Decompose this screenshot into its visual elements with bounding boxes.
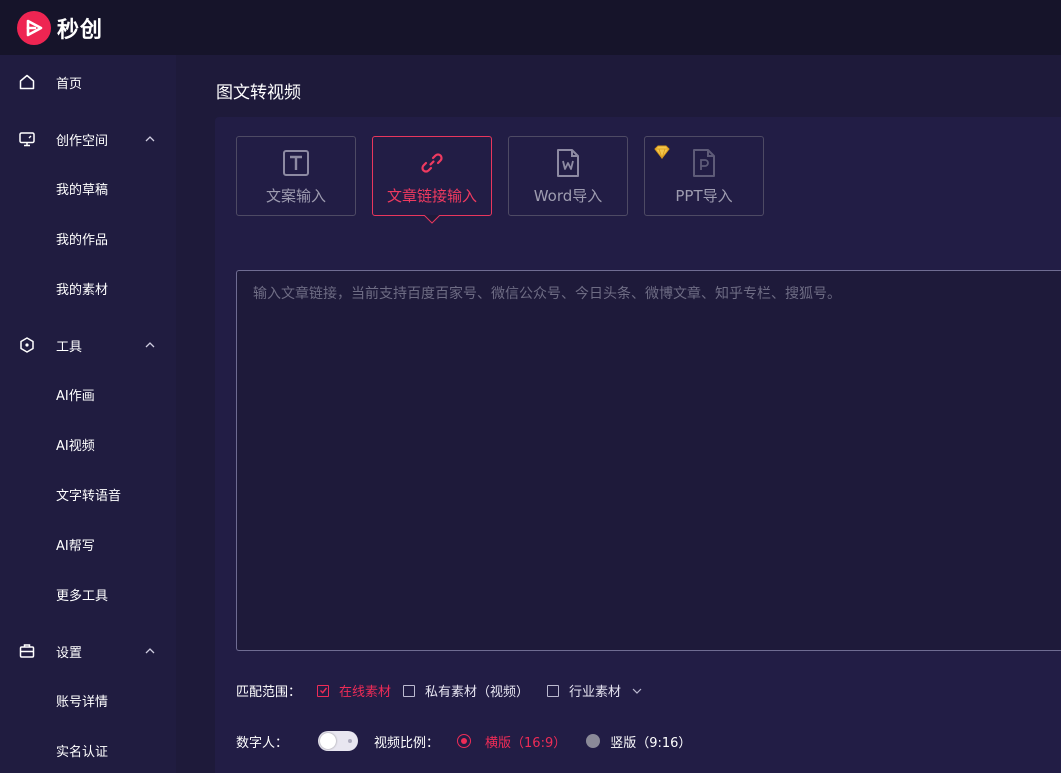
tool-hexagon-icon	[17, 335, 37, 355]
top-bar: 秒创	[0, 0, 1061, 55]
home-icon	[17, 72, 37, 92]
sidebar-group-label: 设置	[56, 645, 83, 661]
tab-word-import[interactable]: Word导入	[508, 136, 628, 216]
sidebar-item-my-drafts[interactable]: 我的草稿	[56, 181, 156, 201]
page-title: 图文转视频	[216, 83, 301, 103]
sidebar-item-real-name-auth[interactable]: 实名认证	[56, 743, 156, 763]
main-content: 图文转视频 文案输入 文章链接输入 Word导入 PPT导入 输入文章链接，当前…	[176, 55, 1061, 773]
tab-label: 文章链接输入	[386, 187, 477, 205]
sidebar-group-label: 创作空间	[56, 133, 109, 149]
sidebar-group-settings[interactable]: 设置	[0, 631, 176, 671]
sidebar-item-my-works[interactable]: 我的作品	[56, 231, 156, 251]
app-name: 秒创	[57, 17, 104, 43]
sidebar-group-creation-space[interactable]: 创作空间	[0, 119, 176, 159]
link-icon	[373, 148, 491, 178]
checkbox-icon	[547, 684, 560, 697]
tab-ppt-import[interactable]: PPT导入	[644, 136, 764, 216]
sidebar-item-ai-writing[interactable]: AI帮写	[56, 537, 156, 557]
toggle-dot	[348, 739, 353, 743]
checkbox-online-materials[interactable]: 在线素材	[317, 681, 391, 700]
digital-human-row: 数字人： 视频比例： 横版（16:9） 竖版（9:16）	[236, 731, 691, 751]
radio-portrait[interactable]: 竖版（9:16）	[586, 732, 691, 751]
monitor-icon	[17, 129, 37, 149]
match-range-label: 匹配范围：	[236, 685, 302, 700]
sidebar-group-tools[interactable]: 工具	[0, 325, 176, 365]
sidebar-item-account-details[interactable]: 账号详情	[56, 693, 156, 713]
sidebar-item-home[interactable]: 首页	[0, 62, 176, 102]
word-file-icon	[509, 148, 627, 178]
tab-label: Word导入	[533, 187, 603, 205]
article-link-input[interactable]	[236, 270, 1061, 651]
sidebar-item-ai-drawing[interactable]: AI作画	[56, 387, 156, 407]
checkbox-checked-icon	[317, 684, 330, 697]
chevron-up-icon[interactable]	[143, 644, 157, 658]
sidebar-item-my-materials[interactable]: 我的素材	[56, 281, 156, 301]
logo-icon[interactable]	[17, 10, 51, 45]
video-ratio-label: 视频比例：	[374, 735, 440, 751]
caret-down-icon	[424, 215, 440, 224]
toggle-knob	[320, 733, 337, 749]
tab-label: 文案输入	[265, 187, 326, 205]
sidebar-group-label: 工具	[56, 339, 83, 355]
match-range-row: 匹配范围： 在线素材 私有素材（视频） 行业素材	[236, 681, 643, 700]
input-panel: 文案输入 文章链接输入 Word导入 PPT导入 输入文章链接，当前支持百度百家…	[215, 117, 1061, 773]
radio-landscape[interactable]: 横版（16:9）	[457, 732, 566, 751]
checkbox-private-materials[interactable]: 私有素材（视频）	[403, 681, 529, 700]
briefcase-icon	[17, 641, 37, 661]
tab-label: PPT导入	[675, 187, 733, 205]
text-t-icon	[237, 148, 355, 178]
radio-icon	[586, 734, 601, 748]
checkbox-industry-materials[interactable]: 行业素材	[547, 681, 621, 700]
checkbox-icon	[403, 684, 416, 697]
digital-human-toggle[interactable]	[318, 731, 359, 751]
chevron-down-icon[interactable]	[631, 685, 643, 697]
tab-article-link-input[interactable]: 文章链接输入	[372, 136, 492, 224]
sidebar-item-label: 首页	[56, 76, 83, 92]
tab-text-input[interactable]: 文案输入	[236, 136, 356, 216]
sidebar-item-more-tools[interactable]: 更多工具	[56, 587, 156, 607]
sidebar: 首页 创作空间 我的草稿 我的作品 我的素材 工具 AI作画 AI视频 文字转语…	[0, 55, 176, 773]
ppt-file-icon	[645, 148, 763, 178]
sidebar-item-text-to-speech[interactable]: 文字转语音	[56, 487, 156, 507]
chevron-up-icon[interactable]	[143, 338, 157, 352]
chevron-up-icon[interactable]	[143, 132, 157, 146]
sidebar-item-ai-video[interactable]: AI视频	[56, 437, 156, 457]
digital-human-label: 数字人：	[236, 735, 289, 751]
radio-selected-icon	[457, 734, 472, 748]
